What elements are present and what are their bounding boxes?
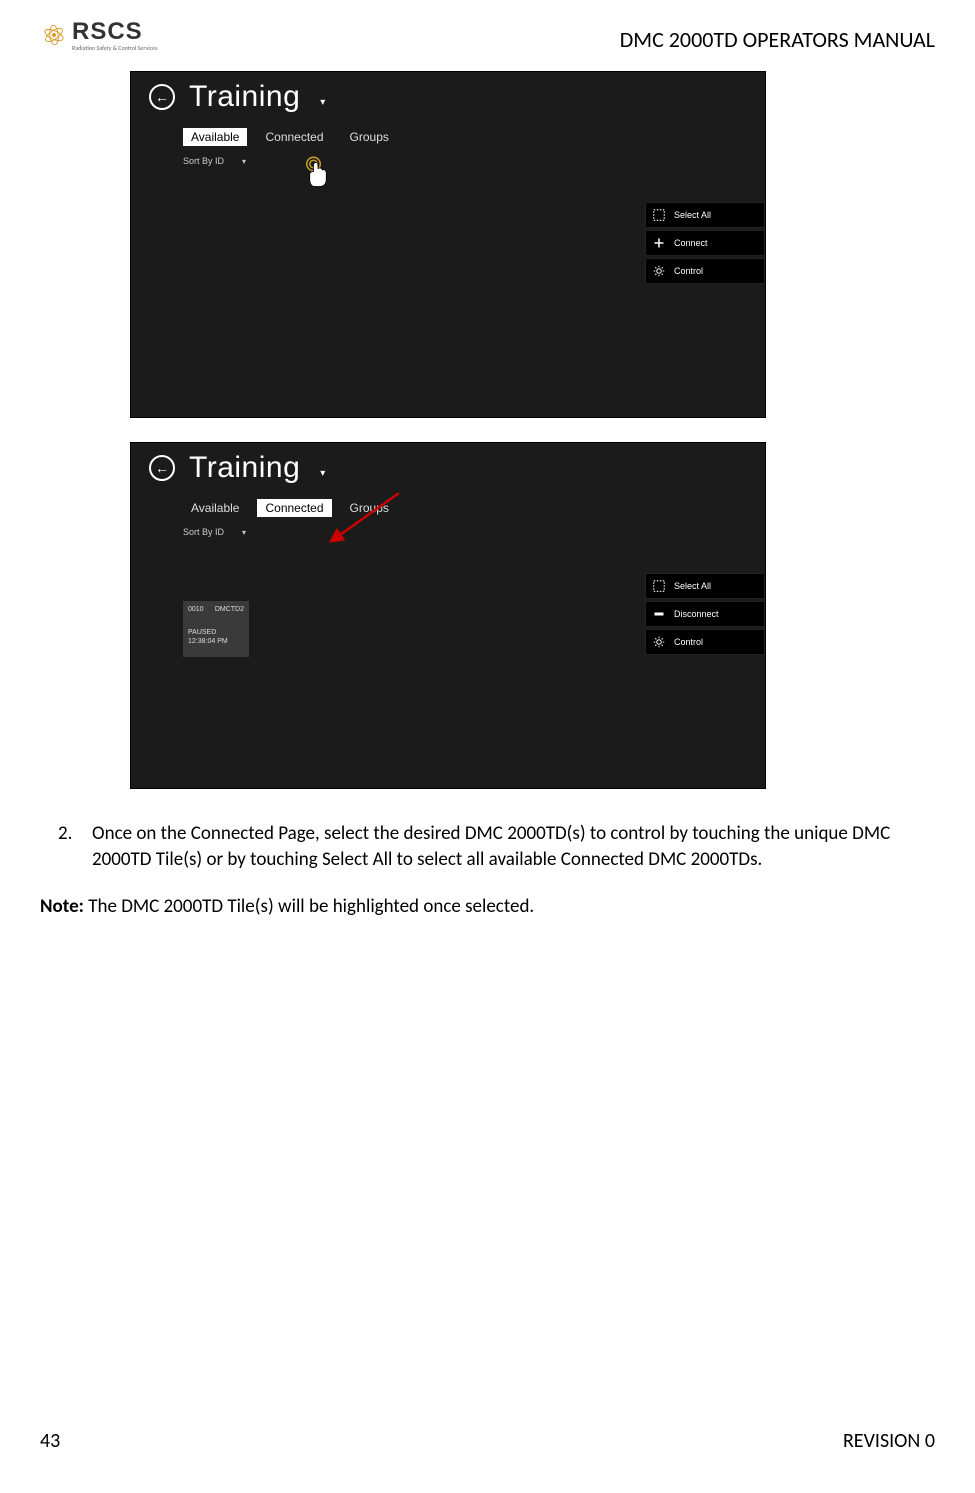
- tile-header: 0010 DMCTD2: [188, 605, 244, 614]
- step-text: Once on the Connected Page, select the d…: [92, 821, 935, 872]
- back-arrow-icon: ←: [155, 460, 169, 476]
- note-label: Note:: [40, 895, 84, 918]
- sort-label: Sort By ID: [183, 156, 224, 166]
- page-header: RSCS Radiation Safety & Control Services…: [40, 18, 935, 53]
- back-arrow-icon: ←: [155, 89, 169, 105]
- tile-id: 0010: [188, 605, 204, 614]
- control-button[interactable]: Control: [645, 629, 765, 655]
- tab-connected[interactable]: Connected: [257, 499, 331, 517]
- note-text: The DMC 2000TD Tile(s) will be highlight…: [84, 895, 534, 918]
- step-item: 2. Once on the Connected Page, select th…: [40, 821, 935, 872]
- gear-icon: [652, 264, 666, 278]
- sort-control[interactable]: Sort By ID ▾: [131, 527, 765, 537]
- screenshot-header: ← Training ▾: [131, 443, 765, 489]
- gear-icon: [652, 635, 666, 649]
- screenshot-header: ← Training ▾: [131, 72, 765, 118]
- select-all-button[interactable]: Select All: [645, 573, 765, 599]
- sort-chevron-icon: ▾: [242, 528, 246, 537]
- tab-bar: Available Connected Groups: [131, 128, 765, 146]
- document-title: DMC 2000TD OPERATORS MANUAL: [620, 26, 935, 53]
- body-text: 2. Once on the Connected Page, select th…: [40, 821, 935, 920]
- disconnect-label: Disconnect: [674, 609, 719, 619]
- sort-chevron-icon: ▾: [242, 157, 246, 166]
- logo-mark-icon: [40, 21, 68, 49]
- sort-control[interactable]: Sort By ID ▾: [131, 156, 765, 166]
- tile-status: PAUSED: [188, 628, 244, 637]
- select-all-icon: [652, 579, 666, 593]
- disconnect-button[interactable]: Disconnect: [645, 601, 765, 627]
- screenshot-connected-tab: ← Training ▾ Available Connected Groups …: [130, 442, 766, 789]
- touch-cursor-icon: [303, 156, 333, 190]
- control-label: Control: [674, 637, 703, 647]
- action-panel: Select All Connect Control: [645, 202, 765, 286]
- step-number: 2.: [40, 821, 92, 872]
- page-number: 43: [40, 1429, 60, 1453]
- connect-label: Connect: [674, 238, 708, 248]
- page: RSCS Radiation Safety & Control Services…: [0, 0, 975, 1493]
- select-all-label: Select All: [674, 210, 711, 220]
- control-button[interactable]: Control: [645, 258, 765, 284]
- annotation-arrow-icon: [329, 489, 409, 549]
- logo-subtext: Radiation Safety & Control Services: [72, 44, 157, 52]
- minus-icon: [652, 607, 666, 621]
- select-all-label: Select All: [674, 581, 711, 591]
- tab-bar: Available Connected Groups: [131, 499, 765, 517]
- tab-connected[interactable]: Connected: [257, 128, 331, 146]
- tab-available[interactable]: Available: [183, 128, 247, 146]
- screenshot-available-tab: ← Training ▾ Available Connected Groups …: [130, 71, 766, 418]
- screen-title: Training: [189, 451, 300, 485]
- action-panel: Select All Disconnect Control: [645, 573, 765, 657]
- device-tile[interactable]: 0010 DMCTD2 PAUSED 12:38:04 PM: [183, 601, 249, 657]
- note-line: Note: The DMC 2000TD Tile(s) will be hig…: [40, 894, 935, 920]
- screenshots-container: ← Training ▾ Available Connected Groups …: [130, 71, 935, 789]
- logo-text-block: RSCS Radiation Safety & Control Services: [72, 18, 157, 52]
- title-dropdown-icon[interactable]: ▾: [320, 468, 325, 479]
- title-dropdown-icon[interactable]: ▾: [320, 97, 325, 108]
- tab-groups[interactable]: Groups: [342, 128, 397, 146]
- tile-time: 12:38:04 PM: [188, 637, 244, 646]
- back-button[interactable]: ←: [149, 84, 175, 110]
- revision-label: REVISION 0: [843, 1429, 935, 1453]
- plus-icon: [652, 236, 666, 250]
- connect-button[interactable]: Connect: [645, 230, 765, 256]
- select-all-icon: [652, 208, 666, 222]
- screen-title: Training: [189, 80, 300, 114]
- page-footer: 43 REVISION 0: [40, 1429, 935, 1453]
- logo-text: RSCS: [72, 18, 157, 46]
- tile-model: DMCTD2: [215, 605, 244, 614]
- control-label: Control: [674, 266, 703, 276]
- logo: RSCS Radiation Safety & Control Services: [40, 18, 157, 52]
- back-button[interactable]: ←: [149, 455, 175, 481]
- tab-available[interactable]: Available: [183, 499, 247, 517]
- select-all-button[interactable]: Select All: [645, 202, 765, 228]
- sort-label: Sort By ID: [183, 527, 224, 537]
